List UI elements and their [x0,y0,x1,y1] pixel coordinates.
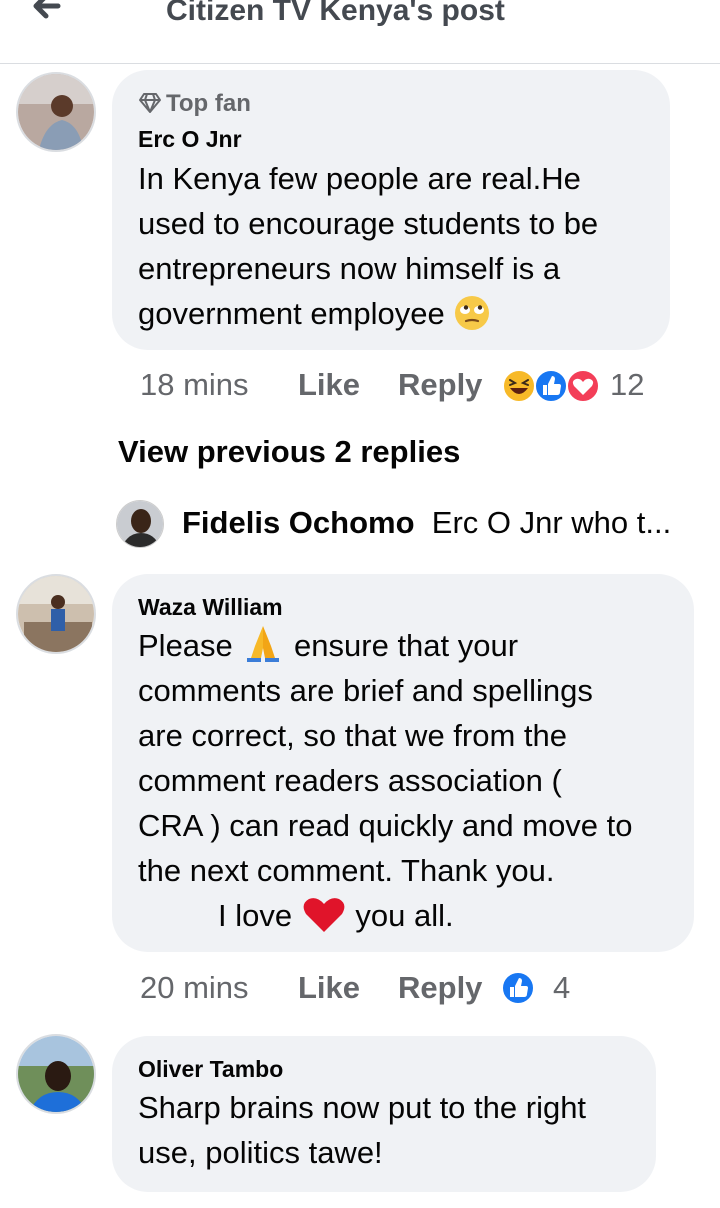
avatar[interactable] [16,72,96,152]
reaction-count: 4 [553,970,571,1005]
folded-hands-emoji-icon [247,626,280,662]
reactions-summary[interactable] [502,368,602,404]
avatar[interactable] [16,1034,96,1114]
view-previous-replies-link[interactable]: View previous 2 replies [118,434,460,470]
comment-bubble[interactable]: Oliver Tambo Sharp brains now put to the… [112,1036,656,1192]
badge-label: Top fan [166,90,251,117]
avatar[interactable] [116,500,164,548]
reply-button[interactable]: Reply [398,970,482,1006]
comment-bubble[interactable]: Top fan Erc O Jnr In Kenya few people ar… [112,70,670,350]
diamond-icon [139,93,161,113]
comment-author[interactable]: Erc O Jnr [138,126,242,153]
comment-author[interactable]: Waza William [138,594,283,621]
top-fan-badge: Top fan [138,90,251,118]
post-header: Citizen TV Kenya's post [0,0,720,64]
comment-time: 18 mins [140,367,249,402]
reactions-summary[interactable] [500,970,536,1006]
love-reaction-icon [566,369,600,403]
like-reaction-icon [501,971,535,1005]
reaction-count: 12 [610,367,645,402]
comment-bubble[interactable]: Waza William Please ensure that your com… [112,574,694,952]
haha-reaction-icon [502,369,536,403]
like-button[interactable]: Like [298,970,360,1006]
comment-text: In Kenya few people are real.He used to … [138,161,599,331]
like-reaction-icon [534,369,568,403]
comment-time: 20 mins [140,970,249,1005]
like-button[interactable]: Like [298,367,360,403]
reply-author: Fidelis Ochomo [182,505,415,540]
avatar[interactable] [16,574,96,654]
reply-snippet: Erc O Jnr who t... [431,505,672,540]
comment-text: Please ensure that your comments are bri… [138,623,633,938]
back-button[interactable] [24,0,72,26]
red-heart-emoji-icon [303,898,345,932]
reply-button[interactable]: Reply [398,367,482,403]
arrow-left-icon [33,0,61,19]
page-title: Citizen TV Kenya's post [166,0,505,27]
comment-text: Sharp brains now put to the right use, p… [138,1090,587,1170]
eye-roll-emoji-icon [455,296,490,330]
reply-preview[interactable]: Fidelis Ochomo Erc O Jnr who t... [182,505,671,541]
comment-author[interactable]: Oliver Tambo [138,1056,283,1083]
